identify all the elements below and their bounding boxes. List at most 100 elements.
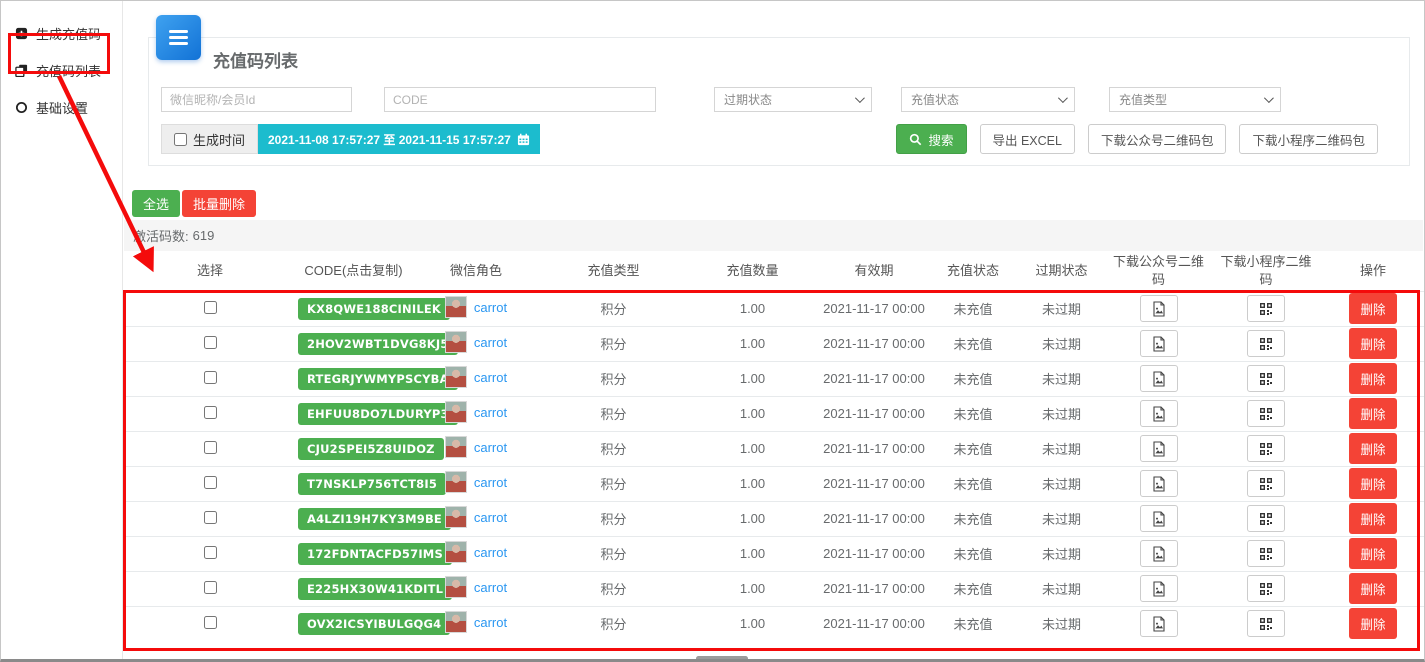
row-select-checkbox[interactable]: [204, 301, 217, 314]
code-badge[interactable]: KX8QWE188CINILEK: [298, 298, 450, 320]
wechat-role-link[interactable]: carrot: [474, 580, 507, 595]
row-select-checkbox[interactable]: [204, 476, 217, 489]
horizontal-scrollbar-thumb[interactable]: [696, 656, 748, 661]
wechat-role-link[interactable]: carrot: [474, 440, 507, 455]
download-mini-qr-button[interactable]: [1247, 470, 1285, 497]
download-mp-qr-button[interactable]: [1140, 575, 1178, 602]
download-mp-qr-button[interactable]: [1140, 400, 1178, 427]
recharge-status-cell: 未充值: [929, 466, 1017, 501]
table-row: EHFUU8DO7LDURYP3 carrot 积分 1.00 2021-11-…: [124, 396, 1425, 431]
delete-button[interactable]: 删除: [1349, 433, 1396, 464]
download-mp-qr-package-button[interactable]: 下载公众号二维码包: [1088, 124, 1227, 154]
row-select-checkbox[interactable]: [204, 406, 217, 419]
app-window: 生成充值码 充值码列表 基础设置 充值码列表 过期状态 充值状态 充值类型 生成…: [0, 0, 1425, 662]
download-mp-qr-button[interactable]: [1140, 435, 1178, 462]
sidebar-item-code-list[interactable]: 充值码列表: [1, 52, 122, 89]
col-header-recharge-status: 充值状态: [929, 251, 1017, 291]
delete-button[interactable]: 删除: [1349, 293, 1396, 324]
code-input[interactable]: [384, 87, 656, 112]
delete-button[interactable]: 删除: [1349, 328, 1396, 359]
download-mini-qr-button[interactable]: [1247, 330, 1285, 357]
download-mp-qr-button[interactable]: [1140, 330, 1178, 357]
download-mini-qr-button[interactable]: [1247, 540, 1285, 567]
download-mini-qr-button[interactable]: [1247, 575, 1285, 602]
sidebar-item-basic-settings[interactable]: 基础设置: [1, 89, 122, 126]
delete-button[interactable]: 删除: [1349, 538, 1396, 569]
avatar: [445, 296, 467, 318]
download-mp-qr-button[interactable]: [1140, 295, 1178, 322]
delete-button[interactable]: 删除: [1349, 503, 1396, 534]
download-mini-qr-button[interactable]: [1247, 505, 1285, 532]
sidebar-item-label: 生成充值码: [36, 24, 101, 43]
code-badge[interactable]: CJU2SPEI5Z8UIDOZ: [298, 438, 444, 460]
code-badge[interactable]: 2HOV2WBT1DVG8KJ5: [298, 333, 458, 355]
amount-cell: 1.00: [686, 291, 819, 326]
delete-button[interactable]: 删除: [1349, 608, 1396, 639]
download-mini-qr-button[interactable]: [1247, 435, 1285, 462]
chevron-down-icon: [855, 93, 865, 103]
delete-button[interactable]: 删除: [1349, 573, 1396, 604]
code-badge[interactable]: 172FDNTACFD57IMS: [298, 543, 452, 565]
code-badge[interactable]: A4LZI19H7KY3M9BE: [298, 508, 451, 530]
wechat-role-link[interactable]: carrot: [474, 335, 507, 350]
amount-cell: 1.00: [686, 501, 819, 536]
wechat-role-link[interactable]: carrot: [474, 300, 507, 315]
generate-time-checkbox[interactable]: [174, 133, 187, 146]
expire-status-select[interactable]: 过期状态: [714, 87, 872, 112]
row-select-checkbox[interactable]: [204, 546, 217, 559]
wechat-role-link[interactable]: carrot: [474, 405, 507, 420]
wechat-role-cell: carrot: [445, 576, 507, 598]
code-badge[interactable]: E225HX30W41KDITL: [298, 578, 452, 600]
download-mp-qr-button[interactable]: [1140, 505, 1178, 532]
col-header-mp-qr: 下载公众号二维码: [1106, 251, 1211, 291]
code-badge[interactable]: OVX2ICSYIBULGQG4: [298, 613, 450, 635]
expire-status-cell: 未过期: [1017, 431, 1106, 466]
download-mp-qr-button[interactable]: [1140, 365, 1178, 392]
row-select-checkbox[interactable]: [204, 581, 217, 594]
download-mini-qr-button[interactable]: [1247, 610, 1285, 637]
delete-button[interactable]: 删除: [1349, 468, 1396, 499]
download-mp-qr-button[interactable]: [1140, 610, 1178, 637]
collapse-menu-button[interactable]: [156, 15, 201, 60]
batch-delete-button[interactable]: 批量删除: [182, 190, 256, 217]
wechat-role-link[interactable]: carrot: [474, 545, 507, 560]
image-file-icon: [1151, 546, 1167, 562]
download-mp-qr-button[interactable]: [1140, 470, 1178, 497]
download-mp-qr-button[interactable]: [1140, 540, 1178, 567]
delete-button[interactable]: 删除: [1349, 363, 1396, 394]
row-select-checkbox[interactable]: [204, 336, 217, 349]
row-select-checkbox[interactable]: [204, 371, 217, 384]
qr-code-icon: [1260, 303, 1272, 315]
download-mini-qr-button[interactable]: [1247, 365, 1285, 392]
row-select-checkbox[interactable]: [204, 441, 217, 454]
export-excel-button[interactable]: 导出 EXCEL: [980, 124, 1075, 154]
member-id-input[interactable]: [161, 87, 352, 112]
generate-time-addon: 生成时间: [161, 124, 258, 154]
activation-count-bar: 激活码数: 619: [124, 220, 1423, 251]
avatar: [445, 471, 467, 493]
sidebar-item-generate-code[interactable]: 生成充值码: [1, 15, 122, 52]
download-mini-qr-package-button[interactable]: 下载小程序二维码包: [1239, 124, 1378, 154]
wechat-role-cell: carrot: [445, 296, 507, 318]
page-title: 充值码列表: [213, 47, 298, 72]
wechat-role-link[interactable]: carrot: [474, 475, 507, 490]
recharge-status-select[interactable]: 充值状态: [901, 87, 1075, 112]
code-badge[interactable]: EHFUU8DO7LDURYP3: [298, 403, 458, 425]
row-select-checkbox[interactable]: [204, 511, 217, 524]
select-all-button[interactable]: 全选: [132, 190, 180, 217]
code-badge[interactable]: T7NSKLP756TCT8I5: [298, 473, 446, 495]
wechat-role-link[interactable]: carrot: [474, 615, 507, 630]
code-badge[interactable]: RTEGRJYWMYPSCYBA: [298, 368, 458, 390]
download-mini-qr-button[interactable]: [1247, 295, 1285, 322]
wechat-role-link[interactable]: carrot: [474, 510, 507, 525]
wechat-role-link[interactable]: carrot: [474, 370, 507, 385]
recharge-type-select[interactable]: 充值类型: [1109, 87, 1281, 112]
row-select-checkbox[interactable]: [204, 616, 217, 629]
recharge-type-cell: 积分: [541, 606, 686, 641]
download-mini-qr-button[interactable]: [1247, 400, 1285, 427]
delete-button[interactable]: 删除: [1349, 398, 1396, 429]
date-range-button[interactable]: 2021-11-08 17:57:27 至 2021-11-15 17:57:2…: [258, 124, 540, 154]
wechat-role-cell: carrot: [445, 471, 507, 493]
search-button[interactable]: 搜索: [896, 124, 966, 154]
col-header-recharge-type: 充值类型: [541, 251, 686, 291]
